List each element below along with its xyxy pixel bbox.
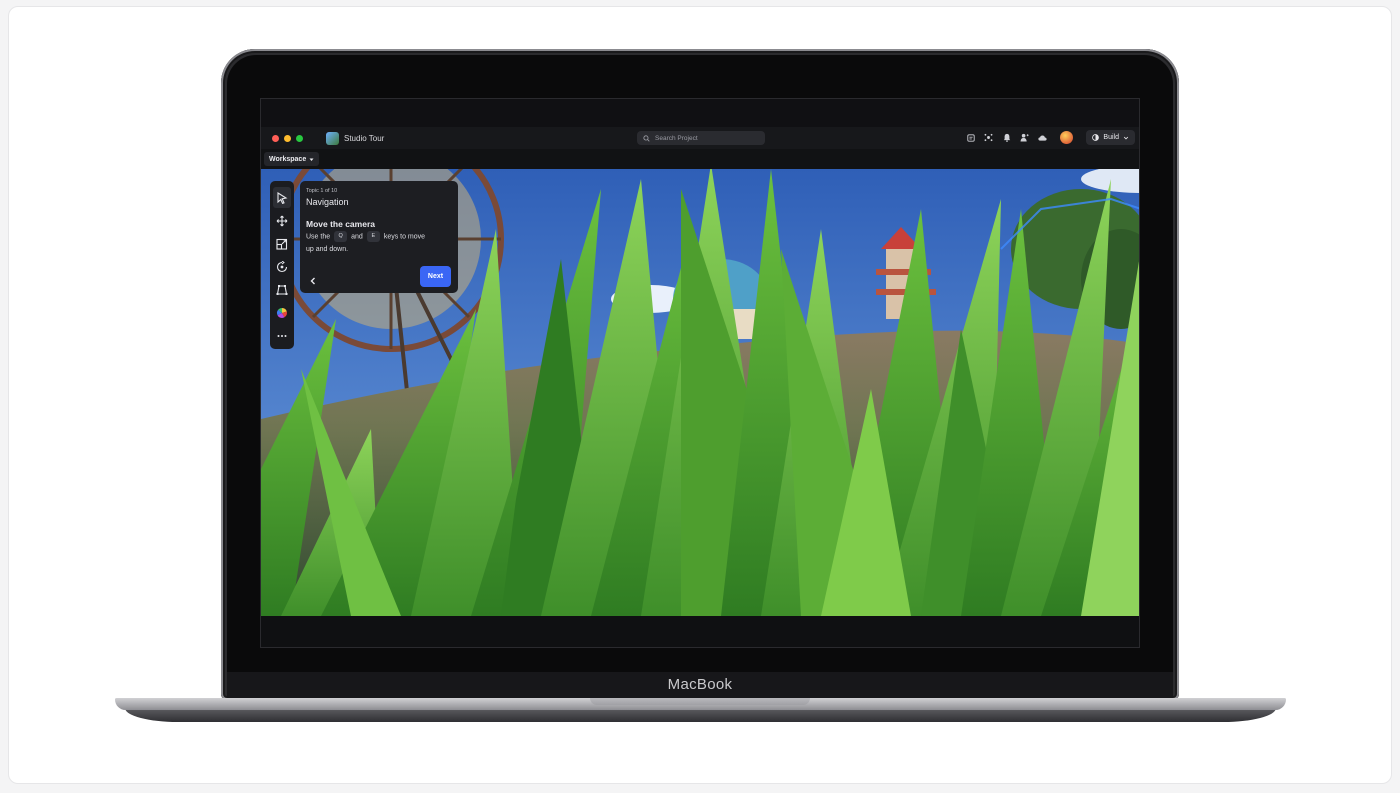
tour-topic-counter: Topic 1 of 10 xyxy=(306,188,338,194)
tour-card: Topic 1 of 10 Navigation Move the camera… xyxy=(300,181,458,293)
laptop-brand-label: MacBook xyxy=(667,676,733,693)
bell-icon[interactable] xyxy=(1002,133,1011,142)
window-titlebar: Studio Tour Search Project Build xyxy=(261,127,1139,149)
experience-thumbnail-icon xyxy=(326,131,339,145)
tools-toolbar xyxy=(270,181,294,349)
bottom-bar xyxy=(261,616,1139,647)
laptop-screen: Studio Tour Search Project Build Workspa… xyxy=(260,98,1140,648)
traffic-lights xyxy=(272,134,303,142)
search-icon xyxy=(643,134,650,142)
laptop-hinge-notch xyxy=(590,698,810,705)
minimize-window-button[interactable] xyxy=(284,134,291,142)
tour-back-button[interactable] xyxy=(308,273,318,285)
rotate-tool-button[interactable] xyxy=(273,256,291,277)
search-placeholder: Search Project xyxy=(655,134,698,142)
laptop-base-shadow xyxy=(125,708,1276,722)
scale-icon xyxy=(276,238,288,250)
menu-bar: Workspace xyxy=(261,149,1139,169)
key-e: E xyxy=(366,231,380,242)
select-icon xyxy=(277,191,288,204)
search-project-input[interactable]: Search Project xyxy=(637,131,765,145)
team-icon[interactable] xyxy=(1020,133,1030,142)
color-tool-button[interactable] xyxy=(273,302,291,323)
color-icon xyxy=(277,307,288,318)
build-mode-button[interactable]: Build xyxy=(1086,130,1135,145)
cloud-icon[interactable] xyxy=(1038,133,1048,142)
window-title: Studio Tour xyxy=(344,133,385,143)
build-icon xyxy=(1092,134,1100,141)
build-label: Build xyxy=(1103,134,1119,141)
step-text-after-2: up and down. xyxy=(306,245,349,253)
step-text-mid: and xyxy=(351,233,363,241)
avatar[interactable] xyxy=(1060,131,1074,144)
move-icon xyxy=(276,215,288,226)
chevron-left-icon xyxy=(310,277,315,285)
header-actions: Build xyxy=(966,130,1135,145)
scale-tool-button[interactable] xyxy=(273,233,291,254)
tour-step-text: Use the Qand Ekeys to move up and down. xyxy=(306,231,452,256)
workspace-menu-button[interactable]: Workspace xyxy=(264,152,320,166)
caret-down-icon xyxy=(309,158,314,161)
close-window-button[interactable] xyxy=(272,134,279,142)
transform-icon xyxy=(276,284,288,295)
key-q: Q xyxy=(334,231,348,242)
collaborate-icon[interactable] xyxy=(984,133,993,142)
maximize-window-button[interactable] xyxy=(296,134,303,142)
rotate-icon xyxy=(276,260,288,272)
more-tools-button[interactable] xyxy=(273,325,291,346)
chevron-down-icon xyxy=(1123,136,1129,139)
transform-tool-button[interactable] xyxy=(273,279,291,300)
notes-icon[interactable] xyxy=(966,133,975,142)
select-tool-button[interactable] xyxy=(273,187,291,208)
step-text-after: keys to move xyxy=(383,233,426,241)
tour-next-button[interactable]: Next xyxy=(420,266,451,287)
tour-section-title: Navigation xyxy=(306,197,349,207)
move-tool-button[interactable] xyxy=(273,210,291,231)
workspace-label: Workspace xyxy=(269,155,307,163)
step-text-before: Use the xyxy=(306,233,331,241)
more-icon xyxy=(277,334,287,337)
tour-step-title: Move the camera xyxy=(306,219,375,229)
